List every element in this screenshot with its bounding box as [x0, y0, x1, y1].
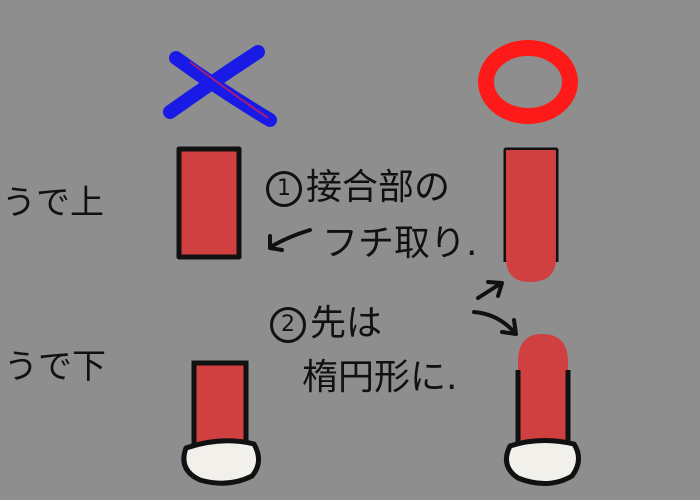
- upper-arm-bad: [176, 146, 242, 260]
- note1-number: 1: [266, 171, 302, 207]
- lower-arm-bad: [181, 360, 261, 486]
- note2-line2: 楕円形に.: [302, 357, 458, 398]
- circle-mark-icon: [478, 40, 578, 124]
- label-lower-arm: うで下: [4, 347, 106, 387]
- x-mark-icon: [163, 45, 277, 127]
- note1-line2: フチ取り.: [322, 223, 478, 264]
- lower-arm-good: [503, 334, 581, 486]
- arrow-up-right-icon: [476, 280, 504, 300]
- note2-text1: 先は: [310, 303, 383, 344]
- arrow-down-right-icon: [472, 310, 518, 336]
- arrow-left-icon: [268, 228, 312, 252]
- illustration-canvas: うで上 うで下 1 接合部の フチ取り. 2 先は 楕円形に.: [0, 0, 700, 500]
- note2-number: 2: [270, 307, 306, 343]
- label-upper-arm: うで上: [2, 183, 104, 223]
- upper-arm-good: [503, 147, 559, 282]
- note1-text1: 接合部の: [306, 167, 451, 208]
- note1-line1: 1 接合部の: [266, 170, 450, 207]
- note2-line1: 2 先は: [270, 306, 382, 343]
